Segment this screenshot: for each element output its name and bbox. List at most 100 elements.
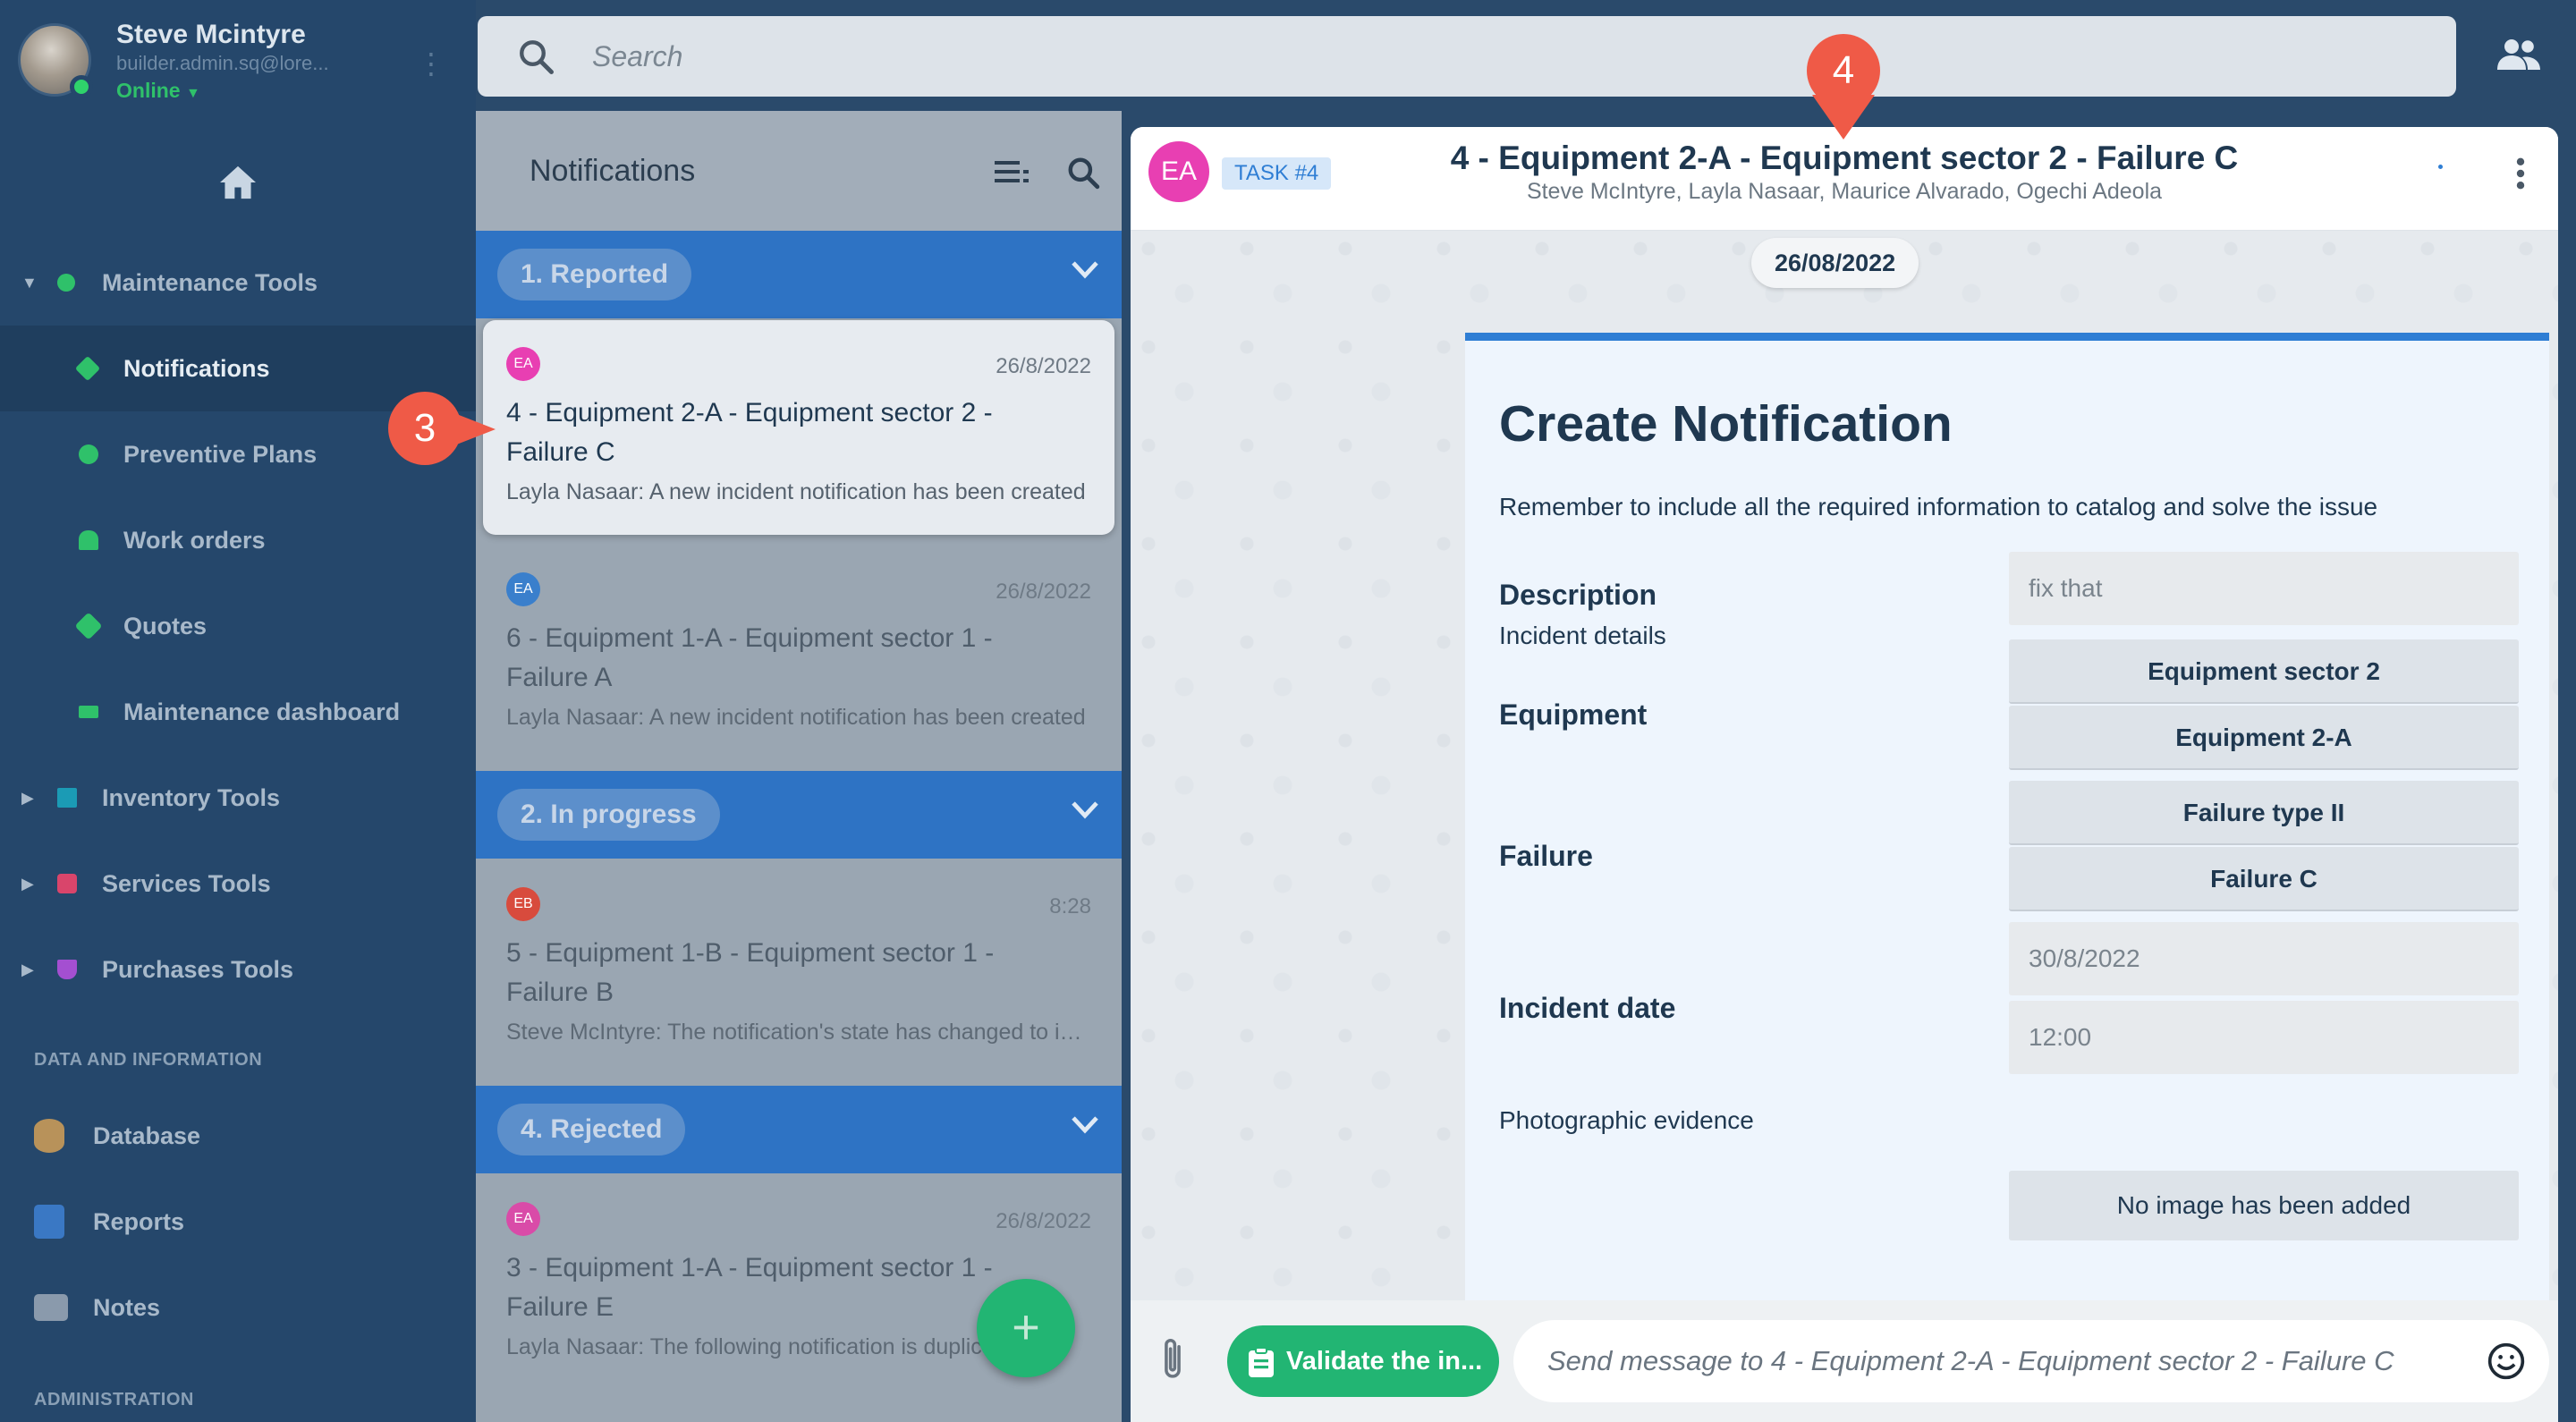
indicator-dot	[2438, 165, 2443, 169]
item-title: 5 - Equipment 1-B - Equipment sector 1 -…	[506, 938, 995, 1007]
caret-right-icon: ▶	[21, 874, 34, 893]
user-badge: EA	[506, 1202, 540, 1236]
item-date: 26/8/2022	[996, 580, 1091, 604]
home-button[interactable]	[0, 111, 476, 254]
sidebar-group-label: Maintenance Tools	[102, 268, 318, 296]
create-notification-card: Create Notification Remember to include …	[1465, 333, 2549, 1316]
user-menu-icon[interactable]: ⋮	[417, 47, 445, 80]
global-search-bar[interactable]	[478, 16, 2456, 97]
sidebar-item-label: Database	[93, 1122, 201, 1149]
sidebar-group-purchases-tools[interactable]: ▶ Purchases Tools	[0, 927, 476, 1012]
validate-label: Validate the in...	[1286, 1347, 1483, 1375]
item-preview: Layla Nasaar: A new incident notificatio…	[506, 705, 1086, 730]
sidebar-item-label: Notes	[93, 1293, 161, 1321]
message-input[interactable]	[1546, 1320, 2458, 1402]
plus-icon: +	[1012, 1300, 1040, 1354]
item-date: 26/8/2022	[996, 354, 1091, 378]
sidebar-item-notes[interactable]: Notes	[0, 1265, 476, 1350]
sidebar-item-work-orders[interactable]: Work orders	[0, 497, 476, 583]
group-label: 2. In progress	[497, 789, 720, 841]
notifications-header: Notifications	[476, 111, 1122, 231]
sidebar-group-maintenance-tools[interactable]: ▼ Maintenance Tools	[0, 240, 476, 326]
sidebar-group-label: Purchases Tools	[102, 955, 294, 983]
more-options-icon[interactable]	[2515, 157, 2526, 190]
chat-messages[interactable]: 26/08/2022 Create Notification Remember …	[1131, 231, 2558, 1316]
group-label: 1. Reported	[497, 249, 692, 300]
equipment-sector-value: Equipment sector 2	[2009, 639, 2519, 704]
list-item[interactable]: EB 8:28 5 - Equipment 1-B - Equipment se…	[483, 860, 1114, 1075]
callout-number: 3	[413, 406, 436, 450]
paperclip-icon[interactable]	[1159, 1336, 1186, 1383]
sidebar-item-label: Maintenance dashboard	[123, 698, 401, 725]
online-status-dot	[70, 75, 93, 98]
wrench-icon	[74, 355, 101, 382]
gear-icon	[57, 274, 75, 292]
chevron-down-icon	[1072, 801, 1098, 819]
form-hint: Remember to include all the required inf…	[1499, 493, 2378, 521]
user-name: Steve Mcintyre	[116, 20, 306, 49]
user-panel: Steve Mcintyre builder.admin.sq@lore... …	[0, 0, 476, 111]
search-icon	[520, 40, 554, 74]
user-badge: EA	[506, 572, 540, 606]
group-header-rejected[interactable]: 4. Rejected	[476, 1086, 1122, 1173]
sidebar-item-database[interactable]: Database	[0, 1093, 476, 1179]
chat-participants: Steve McIntyre, Layla Nasaar, Maurice Al…	[1526, 179, 2163, 204]
validate-button[interactable]: Validate the in...	[1227, 1325, 1499, 1397]
search-icon[interactable]	[1066, 156, 1100, 190]
item-preview: Layla Nasaar: A new incident notificatio…	[506, 479, 1086, 504]
sidebar-group-inventory-tools[interactable]: ▶ Inventory Tools	[0, 755, 476, 841]
database-icon	[34, 1119, 64, 1153]
sidebar-item-reports[interactable]: Reports	[0, 1179, 476, 1265]
group-header-in-progress[interactable]: 2. In progress	[476, 771, 1122, 859]
list-filter-icon[interactable]	[995, 156, 1030, 186]
description-field: fix that	[2009, 552, 2519, 625]
tag-icon	[74, 612, 103, 640]
panel-title: Notifications	[530, 154, 696, 188]
item-title: 6 - Equipment 1-A - Equipment sector 1 -…	[506, 623, 993, 692]
status-dropdown[interactable]: Online ▼	[116, 79, 200, 103]
chat-title: 4 - Equipment 2-A - Equipment sector 2 -…	[1450, 140, 2239, 176]
emoji-icon[interactable]	[2487, 1342, 2526, 1381]
add-notification-button[interactable]: +	[977, 1279, 1075, 1377]
equipment-value: Equipment 2-A	[2009, 706, 2519, 770]
message-box[interactable]	[1513, 1320, 2549, 1402]
user-email: builder.admin.sq@lore...	[116, 52, 329, 74]
chat-header: EA TASK #4 4 - Equipment 2-A - Equipment…	[1131, 127, 2558, 231]
failure-label: Failure	[1499, 840, 1593, 872]
item-date: 8:28	[1049, 894, 1091, 918]
sidebar: Steve Mcintyre builder.admin.sq@lore... …	[0, 0, 476, 1422]
notifications-panel: Notifications 1. Reported EA 26/8/2022 4…	[476, 111, 1122, 1422]
callout-pointer	[1812, 95, 1875, 140]
section-heading-data: DATA AND INFORMATION	[34, 1050, 263, 1070]
sidebar-item-label: Quotes	[123, 612, 208, 639]
chevron-down-icon	[1072, 1116, 1098, 1134]
sidebar-item-maintenance-dashboard[interactable]: Maintenance dashboard	[0, 669, 476, 755]
date-separator: 26/08/2022	[1751, 238, 1919, 288]
callout-marker-3: 3	[388, 392, 462, 465]
caret-down-icon: ▼	[21, 273, 38, 292]
group-header-reported[interactable]: 1. Reported	[476, 231, 1122, 318]
basket-icon	[57, 960, 77, 979]
list-item[interactable]: EA 26/8/2022 6 - Equipment 1-A - Equipme…	[483, 546, 1114, 760]
sidebar-group-services-tools[interactable]: ▶ Services Tools	[0, 841, 476, 927]
incident-date-label: Incident date	[1499, 992, 1676, 1024]
sidebar-item-label: Preventive Plans	[123, 440, 318, 468]
home-icon	[220, 165, 256, 199]
dashboard-icon	[79, 706, 98, 718]
sidebar-item-label: Reports	[93, 1207, 185, 1235]
callout-number: 4	[1832, 48, 1855, 92]
caret-right-icon: ▶	[21, 788, 34, 807]
chat-panel: EA TASK #4 4 - Equipment 2-A - Equipment…	[1131, 127, 2558, 1422]
item-date: 26/8/2022	[996, 1209, 1091, 1233]
incident-date-field: 30/8/2022	[2009, 922, 2519, 995]
status-label: Online	[116, 79, 181, 102]
list-item[interactable]: EA 26/8/2022 4 - Equipment 2-A - Equipme…	[483, 320, 1114, 535]
people-icon[interactable]	[2496, 36, 2542, 72]
failure-value: Failure C	[2009, 847, 2519, 911]
sidebar-item-quotes[interactable]: Quotes	[0, 583, 476, 669]
section-heading-administration: ADMINISTRATION	[34, 1390, 194, 1409]
sidebar-group-label: Services Tools	[102, 869, 271, 897]
search-input[interactable]	[590, 16, 2379, 97]
failure-type-value: Failure type II	[2009, 781, 2519, 845]
no-image-placeholder: No image has been added	[2009, 1171, 2519, 1240]
